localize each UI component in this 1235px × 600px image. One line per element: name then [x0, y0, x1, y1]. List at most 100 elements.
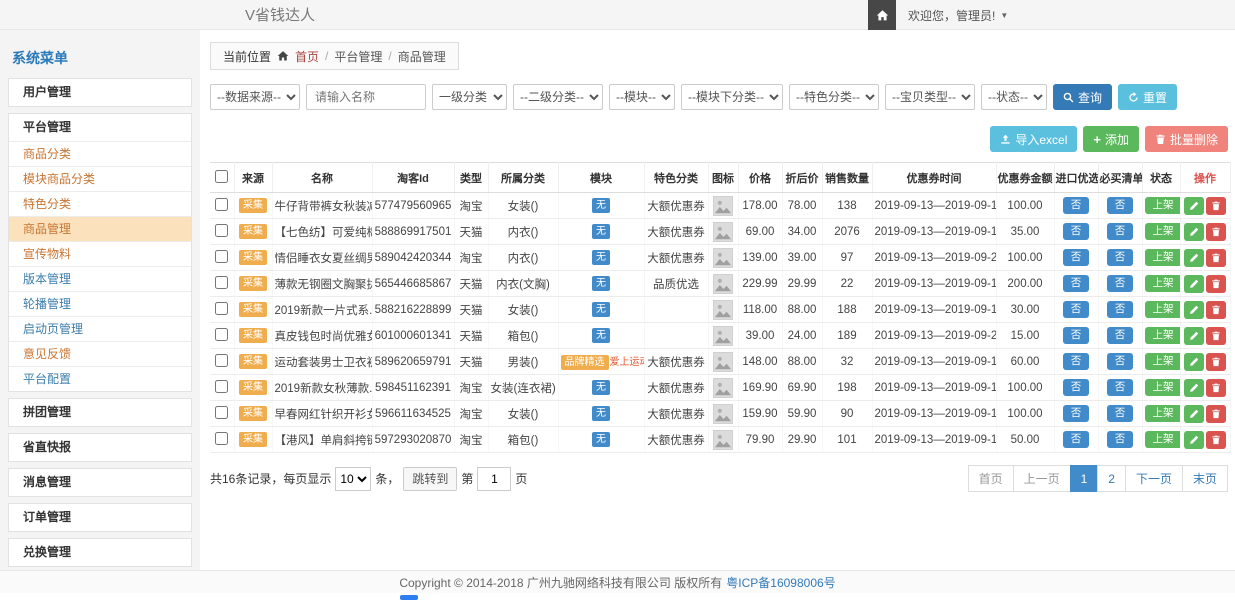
- status-toggle[interactable]: 上架: [1145, 327, 1181, 344]
- delete-button[interactable]: [1206, 353, 1226, 371]
- import-select-toggle[interactable]: 否: [1063, 275, 1090, 292]
- must-buy-toggle[interactable]: 否: [1107, 197, 1134, 214]
- batch-delete-button[interactable]: 批量删除: [1145, 126, 1228, 152]
- filter-select[interactable]: --状态--: [981, 84, 1047, 110]
- sidebar-item[interactable]: 拼团管理: [9, 399, 191, 426]
- status-toggle[interactable]: 上架: [1145, 301, 1181, 318]
- row-checkbox[interactable]: [215, 328, 228, 341]
- edit-button[interactable]: [1184, 301, 1204, 319]
- sidebar-subitem[interactable]: 平台配置: [9, 366, 191, 391]
- delete-button[interactable]: [1206, 275, 1226, 293]
- edit-button[interactable]: [1184, 353, 1204, 371]
- delete-button[interactable]: [1206, 223, 1226, 241]
- delete-button[interactable]: [1206, 405, 1226, 423]
- sidebar-item[interactable]: 订单管理: [9, 504, 191, 531]
- filter-select[interactable]: 一级分类: [432, 84, 507, 110]
- breadcrumb-home-link[interactable]: 首页: [295, 48, 319, 65]
- page-button[interactable]: 末页: [1182, 465, 1228, 492]
- edit-button[interactable]: [1184, 379, 1204, 397]
- sidebar-subitem[interactable]: 特色分类: [9, 191, 191, 216]
- edit-button[interactable]: [1184, 249, 1204, 267]
- scrollbar-thumb[interactable]: [400, 595, 418, 600]
- filter-select[interactable]: --模块下分类--: [681, 84, 783, 110]
- sidebar-item[interactable]: 兑换管理: [9, 539, 191, 566]
- reset-button[interactable]: 重置: [1118, 84, 1177, 110]
- jump-button[interactable]: 跳转到: [403, 467, 457, 491]
- status-toggle[interactable]: 上架: [1145, 275, 1181, 292]
- filter-select[interactable]: --特色分类--: [789, 84, 879, 110]
- user-menu[interactable]: 欢迎您，管理员! ▼: [896, 0, 1020, 30]
- import-select-toggle[interactable]: 否: [1063, 249, 1090, 266]
- must-buy-toggle[interactable]: 否: [1107, 405, 1134, 422]
- status-toggle[interactable]: 上架: [1145, 223, 1181, 240]
- sidebar-subitem[interactable]: 商品分类: [9, 141, 191, 166]
- sidebar-item[interactable]: 用户管理: [9, 79, 191, 106]
- must-buy-toggle[interactable]: 否: [1107, 379, 1134, 396]
- edit-button[interactable]: [1184, 327, 1204, 345]
- sidebar-subitem[interactable]: 意见反馈: [9, 341, 191, 366]
- data-source-select[interactable]: --数据来源--: [210, 84, 300, 110]
- sidebar-subitem[interactable]: 商品管理: [9, 216, 191, 241]
- breadcrumb-item[interactable]: 平台管理: [334, 48, 382, 65]
- edit-button[interactable]: [1184, 223, 1204, 241]
- must-buy-toggle[interactable]: 否: [1107, 353, 1134, 370]
- import-select-toggle[interactable]: 否: [1063, 353, 1090, 370]
- import-select-toggle[interactable]: 否: [1063, 301, 1090, 318]
- status-toggle[interactable]: 上架: [1145, 197, 1181, 214]
- row-checkbox[interactable]: [215, 380, 228, 393]
- sidebar-item[interactable]: 平台管理: [9, 114, 191, 141]
- row-checkbox[interactable]: [215, 276, 228, 289]
- status-toggle[interactable]: 上架: [1145, 431, 1181, 448]
- delete-button[interactable]: [1206, 379, 1226, 397]
- sidebar-subitem[interactable]: 轮播管理: [9, 291, 191, 316]
- breadcrumb-item[interactable]: 商品管理: [398, 48, 446, 65]
- filter-select[interactable]: --二级分类--: [513, 84, 603, 110]
- sidebar-subitem[interactable]: 宣传物料: [9, 241, 191, 266]
- jump-page-input[interactable]: [477, 467, 511, 491]
- page-button[interactable]: 1: [1070, 465, 1099, 492]
- status-toggle[interactable]: 上架: [1145, 353, 1181, 370]
- row-checkbox[interactable]: [215, 302, 228, 315]
- row-checkbox[interactable]: [215, 224, 228, 237]
- delete-button[interactable]: [1206, 249, 1226, 267]
- must-buy-toggle[interactable]: 否: [1107, 327, 1134, 344]
- page-button[interactable]: 2: [1097, 465, 1126, 492]
- delete-button[interactable]: [1206, 301, 1226, 319]
- sidebar-subitem[interactable]: 启动页管理: [9, 316, 191, 341]
- edit-button[interactable]: [1184, 405, 1204, 423]
- search-button[interactable]: 查询: [1053, 84, 1112, 110]
- must-buy-toggle[interactable]: 否: [1107, 249, 1134, 266]
- horizontal-scrollbar[interactable]: [0, 594, 1235, 600]
- row-checkbox[interactable]: [215, 198, 228, 211]
- import-select-toggle[interactable]: 否: [1063, 197, 1090, 214]
- filter-select[interactable]: --模块--: [609, 84, 675, 110]
- import-select-toggle[interactable]: 否: [1063, 405, 1090, 422]
- delete-button[interactable]: [1206, 431, 1226, 449]
- add-button[interactable]: + 添加: [1083, 126, 1139, 152]
- import-select-toggle[interactable]: 否: [1063, 379, 1090, 396]
- edit-button[interactable]: [1184, 197, 1204, 215]
- sidebar-subitem[interactable]: 模块商品分类: [9, 166, 191, 191]
- row-checkbox[interactable]: [215, 432, 228, 445]
- sidebar-subitem[interactable]: 版本管理: [9, 266, 191, 291]
- import-select-toggle[interactable]: 否: [1063, 431, 1090, 448]
- home-button[interactable]: [868, 0, 896, 30]
- import-select-toggle[interactable]: 否: [1063, 223, 1090, 240]
- select-all-checkbox[interactable]: [215, 170, 228, 183]
- must-buy-toggle[interactable]: 否: [1107, 223, 1134, 240]
- filter-select[interactable]: --宝贝类型--: [885, 84, 975, 110]
- page-size-select[interactable]: 10: [335, 467, 371, 491]
- status-toggle[interactable]: 上架: [1145, 249, 1181, 266]
- status-toggle[interactable]: 上架: [1145, 379, 1181, 396]
- page-button[interactable]: 首页: [968, 465, 1014, 492]
- must-buy-toggle[interactable]: 否: [1107, 301, 1134, 318]
- page-button[interactable]: 上一页: [1013, 465, 1071, 492]
- sidebar-item[interactable]: 省直快报: [9, 434, 191, 461]
- status-toggle[interactable]: 上架: [1145, 405, 1181, 422]
- icp-link[interactable]: 粤ICP备16098006号: [726, 574, 835, 591]
- delete-button[interactable]: [1206, 327, 1226, 345]
- row-checkbox[interactable]: [215, 354, 228, 367]
- must-buy-toggle[interactable]: 否: [1107, 431, 1134, 448]
- name-search-input[interactable]: [306, 84, 426, 110]
- edit-button[interactable]: [1184, 431, 1204, 449]
